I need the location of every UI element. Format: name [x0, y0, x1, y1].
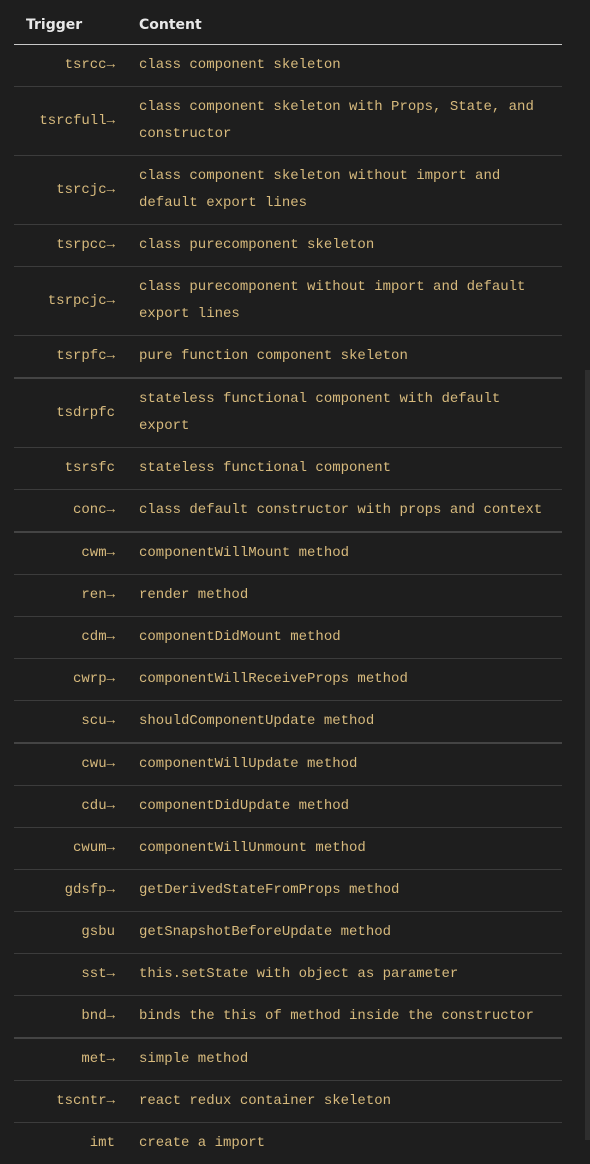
trigger-cell: conc→: [14, 490, 127, 533]
content-cell: simple method: [127, 1038, 562, 1081]
trigger-cell: cwm→: [14, 532, 127, 575]
content-cell: componentDidUpdate method: [127, 786, 562, 828]
content-cell: getDerivedStateFromProps method: [127, 870, 562, 912]
trigger-cell: tsdrpfc: [14, 378, 127, 448]
trigger-cell: tsrcjc→: [14, 156, 127, 225]
trigger-cell: cdu→: [14, 786, 127, 828]
trigger-cell: sst→: [14, 954, 127, 996]
table-row: tsrcfull→class component skeleton with P…: [14, 87, 562, 156]
trigger-cell: cwrp→: [14, 659, 127, 701]
table-row: bnd→binds the this of method inside the …: [14, 996, 562, 1039]
trigger-cell: met→: [14, 1038, 127, 1081]
table-row: ren→render method: [14, 575, 562, 617]
content-cell: class component skeleton with Props, Sta…: [127, 87, 562, 156]
trigger-cell: cwu→: [14, 743, 127, 786]
table-row: tsdrpfcstateless functional component wi…: [14, 378, 562, 448]
table-row: tsrpcc→class purecomponent skeleton: [14, 225, 562, 267]
trigger-cell: tscntr→: [14, 1081, 127, 1123]
table-row: conc→class default constructor with prop…: [14, 490, 562, 533]
trigger-cell: tsrsfc: [14, 448, 127, 490]
content-cell: componentDidMount method: [127, 617, 562, 659]
content-cell: componentWillUpdate method: [127, 743, 562, 786]
table-row: tsrpcjc→class purecomponent without impo…: [14, 267, 562, 336]
content-cell: componentWillMount method: [127, 532, 562, 575]
scrollbar-thumb[interactable]: [585, 370, 590, 1140]
snippets-table: Trigger Content tsrcc→class component sk…: [14, 0, 562, 1164]
trigger-cell: bnd→: [14, 996, 127, 1039]
content-cell: class purecomponent skeleton: [127, 225, 562, 267]
table-row: tsrsfcstateless functional component: [14, 448, 562, 490]
content-cell: pure function component skeleton: [127, 336, 562, 379]
header-trigger: Trigger: [14, 0, 127, 45]
trigger-cell: tsrcc→: [14, 45, 127, 87]
table-row: imtcreate a import: [14, 1123, 562, 1164]
table-row: sst→this.setState with object as paramet…: [14, 954, 562, 996]
table-row: met→simple method: [14, 1038, 562, 1081]
table-header-row: Trigger Content: [14, 0, 562, 45]
content-cell: stateless functional component with defa…: [127, 378, 562, 448]
table-row: cwum→componentWillUnmount method: [14, 828, 562, 870]
table-row: cdu→componentDidUpdate method: [14, 786, 562, 828]
table-row: cdm→componentDidMount method: [14, 617, 562, 659]
content-cell: componentWillUnmount method: [127, 828, 562, 870]
table-row: gdsfp→getDerivedStateFromProps method: [14, 870, 562, 912]
table-row: cwrp→componentWillReceiveProps method: [14, 659, 562, 701]
table-row: scu→shouldComponentUpdate method: [14, 701, 562, 744]
table-row: tscntr→react redux container skeleton: [14, 1081, 562, 1123]
content-cell: class default constructor with props and…: [127, 490, 562, 533]
trigger-cell: tsrcfull→: [14, 87, 127, 156]
trigger-cell: gsbu: [14, 912, 127, 954]
table-row: tsrcjc→class component skeleton without …: [14, 156, 562, 225]
content-cell: render method: [127, 575, 562, 617]
content-cell: create a import: [127, 1123, 562, 1164]
table-row: gsbugetSnapshotBeforeUpdate method: [14, 912, 562, 954]
table-row: tsrpfc→pure function component skeleton: [14, 336, 562, 379]
table-row: cwu→componentWillUpdate method: [14, 743, 562, 786]
header-content: Content: [127, 0, 562, 45]
content-cell: stateless functional component: [127, 448, 562, 490]
trigger-cell: tsrpcjc→: [14, 267, 127, 336]
trigger-cell: tsrpfc→: [14, 336, 127, 379]
trigger-cell: cwum→: [14, 828, 127, 870]
trigger-cell: ren→: [14, 575, 127, 617]
trigger-cell: scu→: [14, 701, 127, 744]
content-cell: binds the this of method inside the cons…: [127, 996, 562, 1039]
table-row: cwm→componentWillMount method: [14, 532, 562, 575]
content-cell: class component skeleton without import …: [127, 156, 562, 225]
content-cell: shouldComponentUpdate method: [127, 701, 562, 744]
trigger-cell: gdsfp→: [14, 870, 127, 912]
content-cell: this.setState with object as parameter: [127, 954, 562, 996]
table-row: tsrcc→class component skeleton: [14, 45, 562, 87]
trigger-cell: tsrpcc→: [14, 225, 127, 267]
trigger-cell: cdm→: [14, 617, 127, 659]
content-cell: getSnapshotBeforeUpdate method: [127, 912, 562, 954]
content-cell: componentWillReceiveProps method: [127, 659, 562, 701]
trigger-cell: imt: [14, 1123, 127, 1164]
content-cell: class purecomponent without import and d…: [127, 267, 562, 336]
content-cell: class component skeleton: [127, 45, 562, 87]
content-cell: react redux container skeleton: [127, 1081, 562, 1123]
